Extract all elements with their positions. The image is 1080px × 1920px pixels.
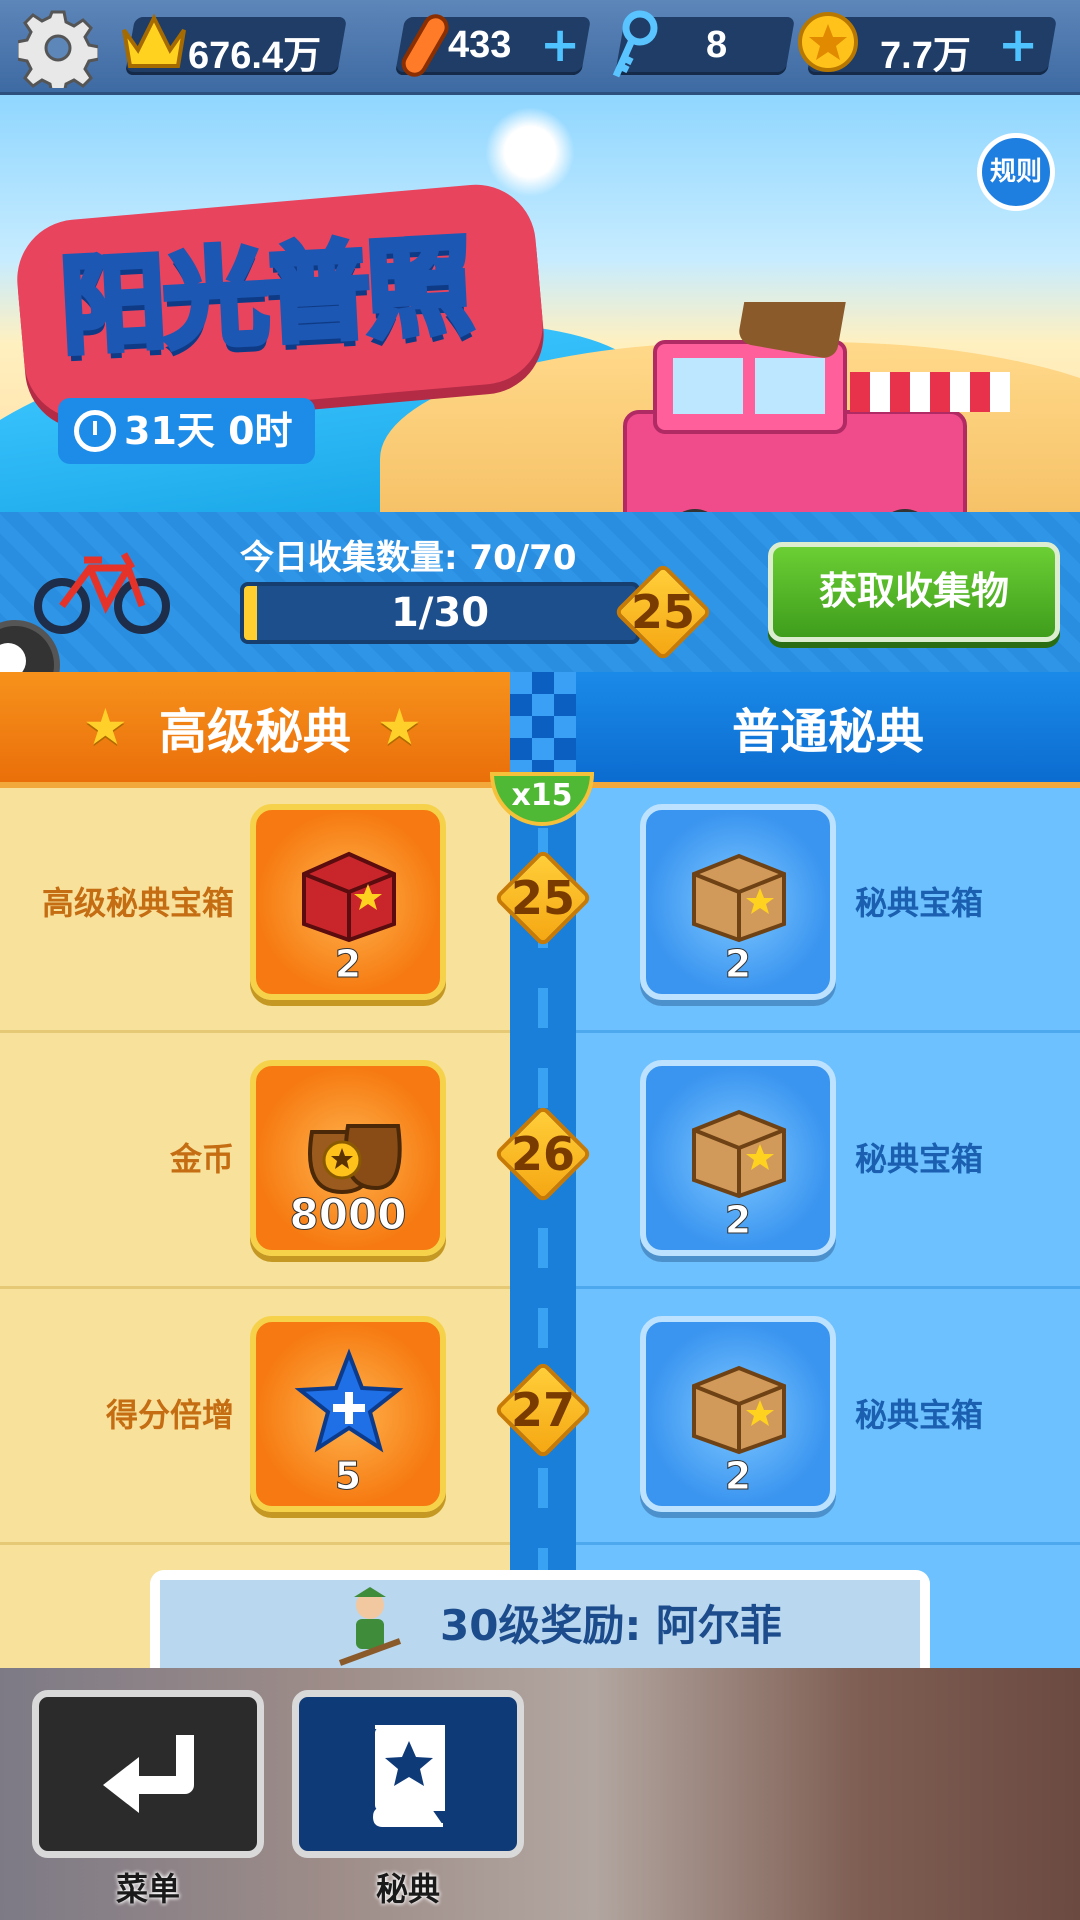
normal-reward-tile[interactable]: 2 — [640, 1060, 836, 1256]
coin-icon — [798, 12, 858, 72]
coins-value: 7.7万 — [880, 35, 971, 77]
normal-reward-tile[interactable]: 2 — [640, 1316, 836, 1512]
key-icon — [612, 10, 658, 78]
star-icon: ★ — [377, 698, 422, 756]
book-button-label: 秘典 — [375, 1870, 440, 1908]
normal-reward-label: 秘典宝箱 — [855, 1140, 984, 1178]
level-30-reward-text: 30级奖励: 阿尔菲 — [440, 1601, 782, 1650]
daily-collect-label: 今日收集数量: 70/70 — [240, 538, 577, 578]
normal-reward-count: 2 — [724, 942, 752, 987]
alfie-character-icon — [338, 1587, 402, 1666]
row-divider — [0, 1030, 510, 1033]
sun-decoration — [485, 107, 575, 197]
hoverboard-count: 433 — [448, 24, 512, 66]
premium-reward-tile[interactable]: 5 — [250, 1316, 446, 1512]
book-star-icon — [372, 1725, 445, 1827]
premium-reward-tile[interactable]: 2 — [250, 804, 446, 1000]
top-resource-bar: 676.4万 433 + 8 7.7万 + — [0, 0, 1080, 92]
crown-icon — [122, 13, 186, 68]
blue-star-plus-icon — [294, 1348, 404, 1453]
row-divider — [576, 1030, 1080, 1033]
level-progress-text: 1/30 — [390, 590, 490, 636]
premium-reward-count: 5 — [334, 1454, 362, 1499]
premium-reward-tile[interactable]: 8000 — [250, 1060, 446, 1256]
add-coins-button[interactable]: + — [998, 21, 1038, 69]
tab-normal-label: 普通秘典 — [731, 704, 924, 760]
event-timer: 31天 0时 — [58, 398, 315, 464]
coin-bag-icon — [308, 1124, 402, 1195]
settings-gear-icon[interactable] — [18, 8, 98, 88]
level-number: 26 — [510, 1127, 575, 1181]
star-icon: ★ — [82, 698, 128, 756]
normal-reward-label: 秘典宝箱 — [855, 1396, 984, 1434]
book-button[interactable] — [292, 1690, 524, 1858]
bicycle-icon — [34, 552, 170, 634]
event-title: 阳光普照 — [55, 221, 475, 371]
red-chest-icon — [302, 851, 396, 943]
premium-reward-label: 得分倍增 — [105, 1396, 234, 1434]
stopwatch-icon — [74, 410, 116, 452]
row-divider — [0, 1286, 510, 1289]
current-level-number: 25 — [630, 585, 695, 639]
row-divider — [576, 1542, 1080, 1545]
event-timer-text: 31天 0时 — [124, 409, 293, 453]
tab-premium-book[interactable]: ★ 高级秘典 ★ — [0, 672, 510, 782]
tab-premium-label: 高级秘典 — [158, 704, 351, 760]
level-number: 25 — [510, 871, 575, 925]
wooden-box-icon — [692, 1365, 786, 1455]
wooden-box-icon — [692, 1109, 786, 1199]
add-hoverboard-button[interactable]: + — [540, 21, 580, 69]
tab-divider-checker — [510, 672, 576, 782]
rules-button[interactable]: 规则 — [977, 133, 1055, 211]
normal-reward-count: 2 — [724, 1454, 752, 1499]
normal-reward-count: 2 — [724, 1198, 752, 1243]
get-collectibles-button[interactable]: 获取收集物 — [768, 542, 1060, 642]
row-divider — [576, 1286, 1080, 1289]
premium-reward-label: 金币 — [169, 1140, 234, 1178]
menu-button-label: 菜单 — [115, 1870, 180, 1908]
score-value: 676.4万 — [188, 35, 322, 77]
hoverboard-icon — [401, 14, 449, 77]
normal-reward-label: 秘典宝箱 — [855, 884, 984, 922]
ice-cream-truck-illustration — [623, 302, 1010, 512]
tab-normal-book[interactable]: 普通秘典 — [576, 672, 1080, 782]
premium-reward-label: 高级秘典宝箱 — [41, 884, 234, 922]
normal-reward-tile[interactable]: 2 — [640, 804, 836, 1000]
premium-reward-count: 2 — [334, 942, 362, 987]
wooden-box-icon — [692, 853, 786, 943]
return-arrow-icon — [103, 1735, 194, 1813]
level-number: 27 — [510, 1383, 575, 1437]
level-progress-bar: 1/30 — [240, 582, 640, 644]
keys-count: 8 — [706, 24, 728, 66]
menu-button[interactable] — [32, 1690, 264, 1858]
premium-reward-count: 8000 — [289, 1190, 407, 1240]
row-divider — [0, 1542, 510, 1545]
